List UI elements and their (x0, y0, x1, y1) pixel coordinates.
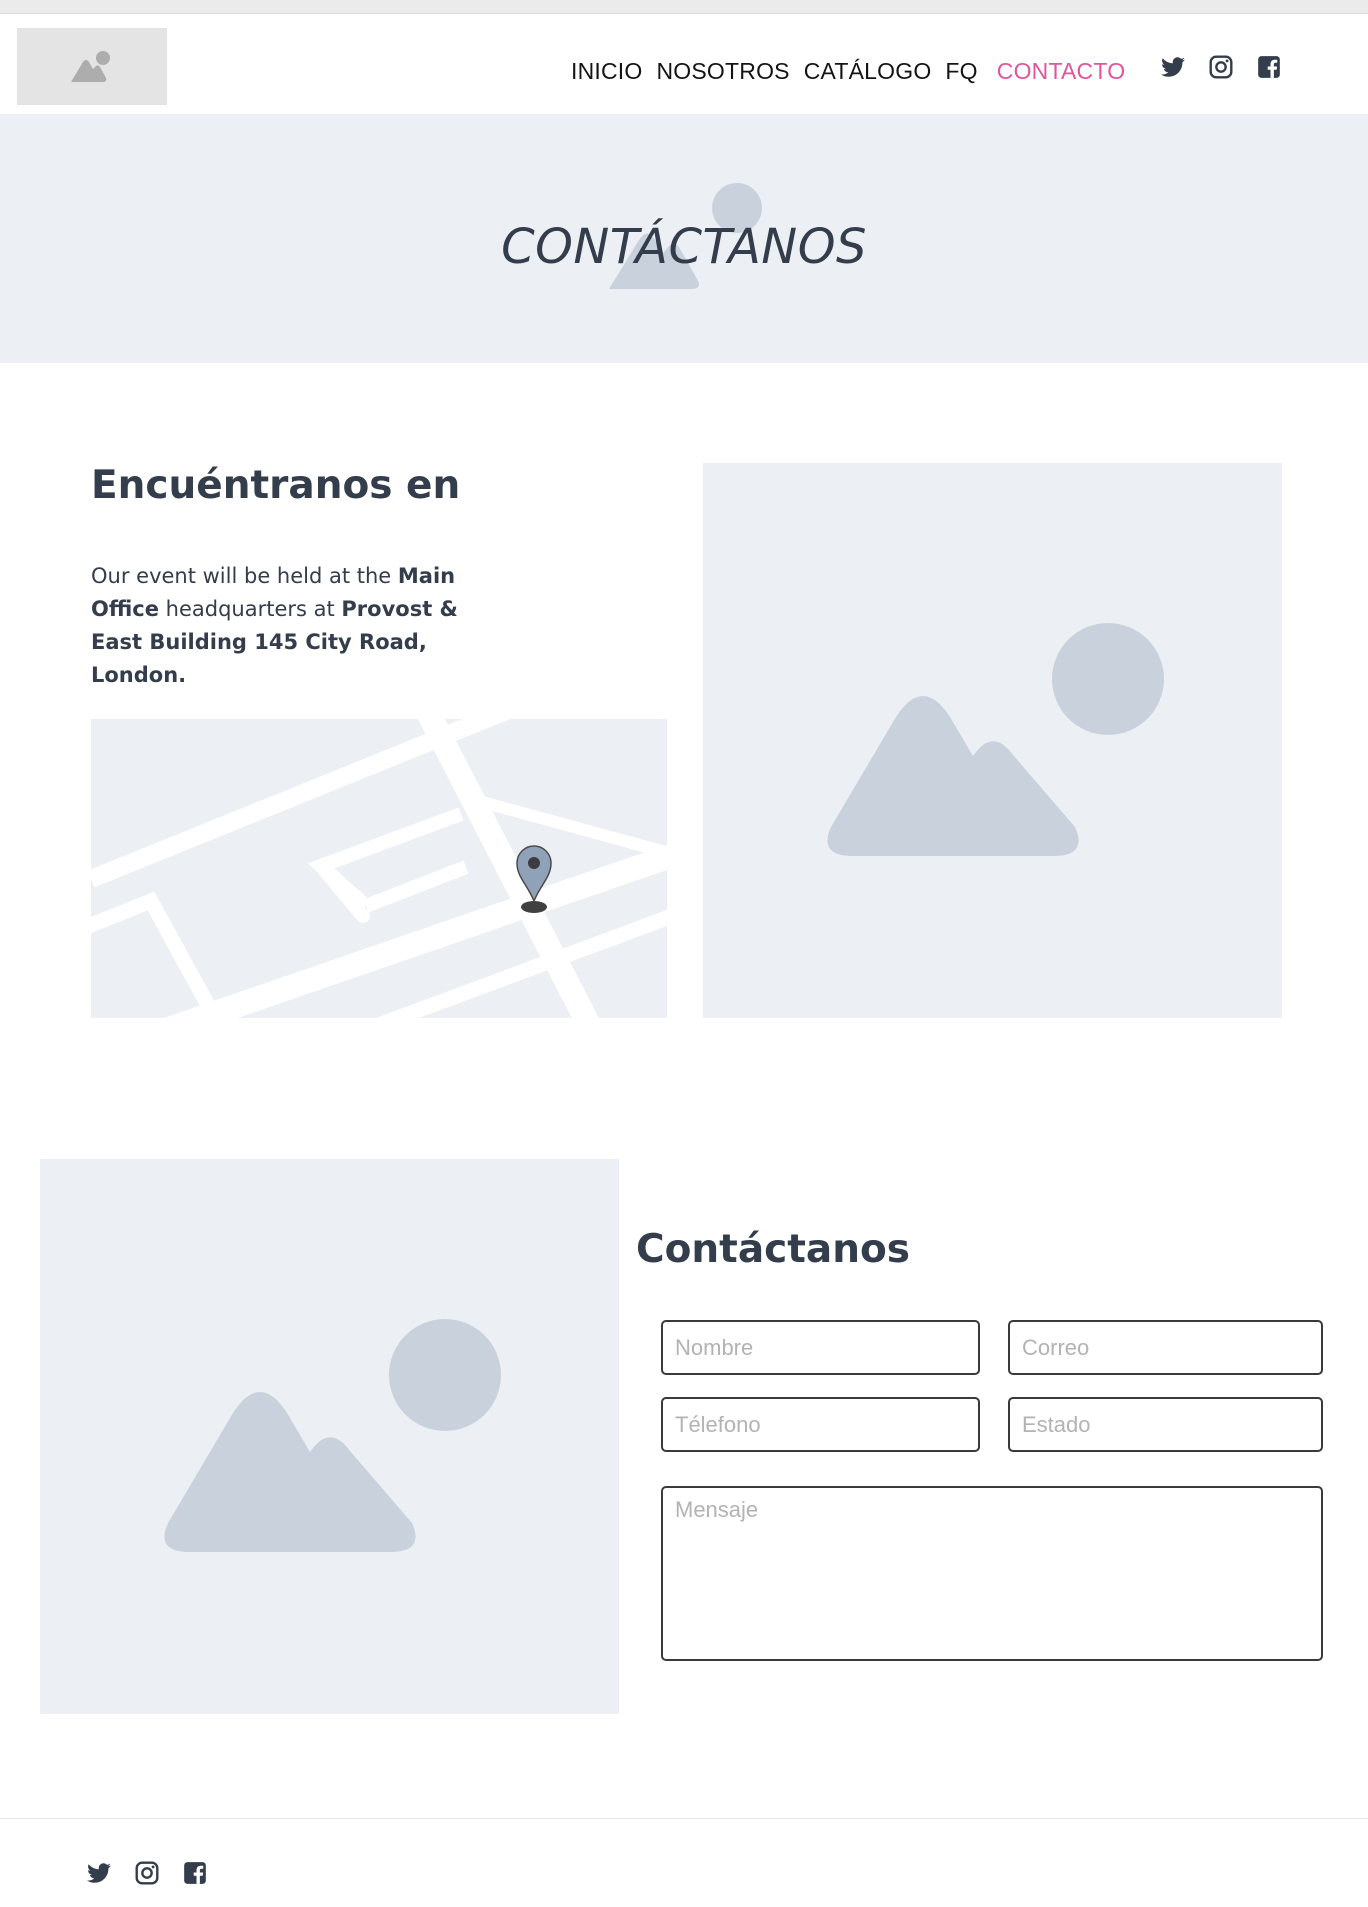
email-field[interactable] (1008, 1320, 1323, 1375)
location-map[interactable] (91, 719, 667, 1018)
hero-title: CONTÁCTANOS (501, 219, 867, 275)
location-title: Encuéntranos en (91, 463, 461, 508)
location-description: Our event will be held at the Main Offic… (91, 560, 511, 692)
image-placeholder-icon (164, 1319, 501, 1552)
nav-nosotros[interactable]: NOSOTROS (656, 58, 789, 85)
footer-divider (0, 1818, 1368, 1819)
image-placeholder (40, 1159, 619, 1714)
header-social-links (1160, 54, 1282, 80)
instagram-icon[interactable] (134, 1860, 160, 1886)
image-placeholder (703, 463, 1282, 1018)
phone-field[interactable] (661, 1397, 980, 1452)
state-field[interactable] (1008, 1397, 1323, 1452)
nav-fq[interactable]: FQ (945, 58, 977, 85)
message-field[interactable] (661, 1486, 1323, 1661)
image-placeholder-icon (827, 623, 1164, 856)
footer-social-links (86, 1860, 208, 1886)
main-nav: INICIO NOSOTROS CATÁLOGO FQ CONTACTO (571, 56, 1139, 86)
nav-catalogo[interactable]: CATÁLOGO (804, 58, 932, 85)
facebook-icon[interactable] (1256, 54, 1282, 80)
hero-banner: CONTÁCTANOS (0, 114, 1368, 363)
logo-placeholder[interactable] (17, 28, 167, 105)
name-field[interactable] (661, 1320, 980, 1375)
nav-inicio[interactable]: INICIO (571, 58, 642, 85)
location-text-2: headquarters at (158, 597, 342, 621)
image-placeholder-icon (71, 51, 110, 82)
nav-contacto[interactable]: CONTACTO (997, 58, 1126, 85)
instagram-icon[interactable] (1208, 54, 1234, 80)
site-header: INICIO NOSOTROS CATÁLOGO FQ CONTACTO (0, 14, 1368, 114)
browser-top-strip (0, 0, 1368, 14)
twitter-icon[interactable] (1160, 54, 1186, 80)
twitter-icon[interactable] (86, 1860, 112, 1886)
location-text-1: Our event will be held at the (91, 564, 398, 588)
contact-form-title: Contáctanos (636, 1227, 910, 1272)
facebook-icon[interactable] (182, 1860, 208, 1886)
